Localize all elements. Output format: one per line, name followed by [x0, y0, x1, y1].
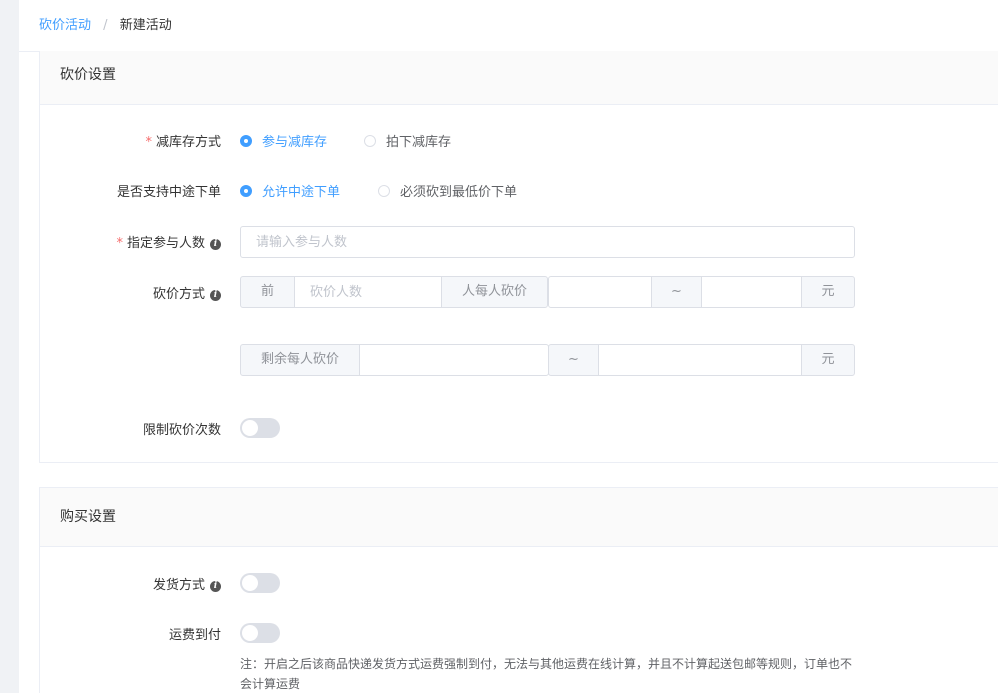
radio-dot	[364, 134, 376, 147]
radio-label: 必须砍到最低价下单	[400, 185, 518, 200]
radio-order-reduce-stock[interactable]: 拍下减库存	[364, 131, 451, 150]
yuan-unit: 元	[801, 276, 855, 308]
max-amount-input-wrap	[701, 276, 802, 308]
remaining-max-input[interactable]	[599, 345, 801, 375]
participants-label-text: 指定参与人数	[126, 236, 205, 251]
participants-input[interactable]	[240, 226, 855, 258]
remaining-min-input[interactable]	[360, 345, 548, 375]
limit-times-switch[interactable]	[240, 418, 280, 438]
page: 砍价活动 / 新建活动 砍价设置 * 减库存方式 参与减库存 拍下减库存 是否支持…	[19, 0, 998, 693]
bargain-count-input[interactable]	[295, 277, 441, 307]
radio-must-lowest[interactable]: 必须砍到最低价下单	[378, 181, 517, 200]
min-amount-input-wrap	[548, 276, 652, 308]
max-amount-input[interactable]	[702, 277, 801, 307]
limit-times-label: 限制砍价次数	[142, 423, 221, 438]
info-icon[interactable]: i	[210, 581, 221, 592]
breadcrumb-current: 新建活动	[119, 18, 172, 33]
radio-allow-midway[interactable]: 允许中途下单	[240, 181, 340, 200]
switch-knob	[242, 625, 258, 641]
radio-dot	[240, 184, 252, 197]
prefix-before: 前	[240, 276, 295, 308]
purchase-settings-card: 购买设置 发货方式 i 运费到付 注：开启之后该商品快递发货方式运费强制到付，无法…	[39, 487, 998, 693]
radio-join-reduce-stock[interactable]: 参与减库存	[240, 131, 327, 150]
stock-mode-label-text: 减库存方式	[155, 135, 221, 150]
delivery-method-label: 发货方式 i	[153, 574, 221, 593]
remaining-min-input-wrap	[359, 344, 549, 376]
freight-note: 注：开启之后该商品快递发货方式运费强制到付，无法与其他运费在线计算，并且不计算起…	[240, 657, 853, 691]
participants-label: * 指定参与人数 i	[116, 232, 221, 251]
breadcrumb-separator: /	[103, 18, 108, 33]
freight-collect-label: 运费到付	[168, 628, 221, 643]
remaining-per-person-addon: 剩余每人砍价	[240, 344, 360, 376]
required-asterisk: *	[145, 135, 152, 150]
purchase-settings-title: 购买设置	[40, 488, 998, 547]
tilde-addon: ~	[548, 344, 599, 376]
bargain-settings-card: 砍价设置 * 减库存方式 参与减库存 拍下减库存 是否支持中途下单 允许中途下单 …	[39, 51, 998, 463]
radio-dot	[378, 184, 390, 197]
min-amount-input[interactable]	[549, 277, 651, 307]
bargain-method-label-text: 砍价方式	[152, 287, 205, 302]
switch-knob	[242, 420, 258, 436]
freight-collect-switch[interactable]	[240, 623, 280, 643]
remaining-max-input-wrap	[598, 344, 802, 376]
stock-mode-label: * 减库存方式	[145, 131, 221, 150]
radio-label: 拍下减库存	[386, 135, 452, 150]
bargain-settings-title: 砍价设置	[40, 51, 998, 105]
info-icon[interactable]: i	[210, 239, 221, 250]
breadcrumb-bargain-activity[interactable]: 砍价活动	[39, 18, 91, 33]
radio-label: 参与减库存	[262, 135, 328, 150]
bargain-count-input-wrap	[294, 276, 442, 308]
midway-order-label: 是否支持中途下单	[116, 185, 221, 200]
delivery-method-label-text: 发货方式	[152, 578, 205, 593]
radio-label: 允许中途下单	[262, 185, 341, 200]
delivery-method-switch[interactable]	[240, 573, 280, 593]
per-person-addon: 人每人砍价	[441, 276, 548, 308]
switch-knob	[242, 575, 258, 591]
radio-dot	[240, 134, 252, 147]
bargain-method-label: 砍价方式 i	[153, 283, 221, 302]
breadcrumb: 砍价活动 / 新建活动	[39, 0, 172, 51]
info-icon[interactable]: i	[210, 290, 221, 301]
required-asterisk: *	[116, 236, 123, 251]
tilde-addon: ~	[651, 276, 702, 308]
yuan-unit: 元	[801, 344, 855, 376]
